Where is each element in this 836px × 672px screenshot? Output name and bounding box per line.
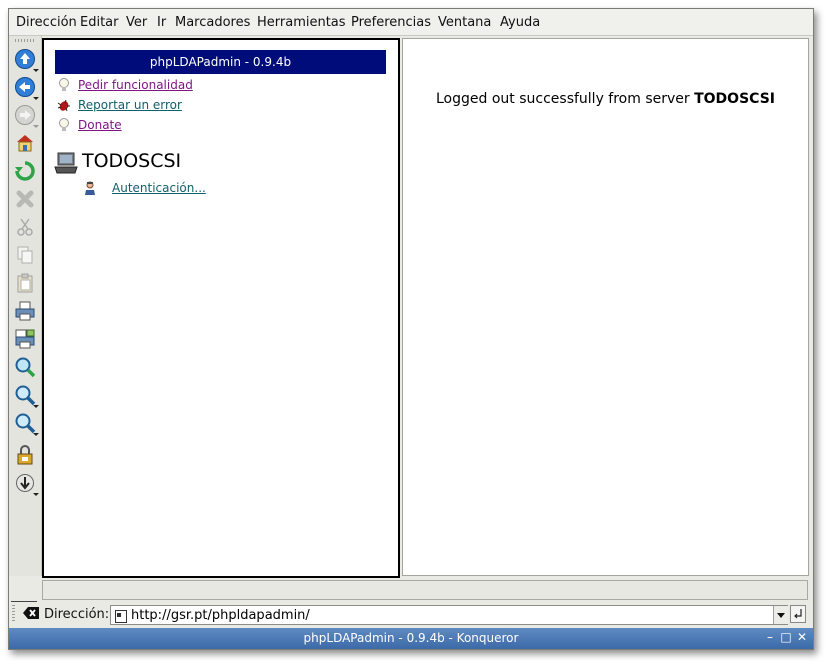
location-dropdown-button[interactable] — [773, 606, 788, 624]
close-button[interactable]: ✕ — [795, 630, 809, 644]
clear-location-icon[interactable] — [21, 604, 41, 622]
bug-icon — [56, 97, 72, 113]
copy-icon[interactable] — [14, 244, 36, 266]
menu-herramientas[interactable]: Herramientas — [257, 15, 346, 30]
paste-icon[interactable] — [14, 272, 36, 294]
menu-ver[interactable]: Ver — [126, 15, 147, 30]
zoom-icon[interactable] — [14, 356, 36, 378]
minimize-button[interactable]: – — [763, 630, 777, 644]
main-toolbar — [9, 36, 42, 625]
pla-header: phpLDAPadmin - 0.9.4b — [55, 50, 386, 74]
menu-marcadores[interactable]: Marcadores — [175, 15, 250, 30]
menu-ventana[interactable]: Ventana — [438, 15, 491, 30]
toolbar-grip[interactable] — [15, 39, 35, 42]
menu-editar[interactable]: Editar — [80, 15, 119, 30]
window-title: phpLDAPadmin - 0.9.4b - Konqueror — [303, 631, 519, 645]
arrow-forward-icon[interactable] — [14, 104, 36, 126]
server-computer-icon — [54, 152, 78, 174]
status-bar — [42, 580, 808, 600]
zoom-in-icon[interactable] — [14, 384, 36, 406]
right-frame[interactable]: Logged out successfully from server TODO… — [402, 38, 809, 576]
zoom-out-icon[interactable] — [14, 412, 36, 434]
logout-message-server: TODOSCSI — [694, 91, 775, 107]
user-icon — [82, 180, 98, 196]
location-toolbar-grip[interactable] — [12, 605, 15, 621]
go-icon[interactable] — [790, 605, 806, 623]
arrow-back-icon[interactable] — [14, 76, 36, 98]
auth-link[interactable]: Autenticación... — [112, 181, 206, 195]
window-titlebar[interactable]: phpLDAPadmin - 0.9.4b - Konqueror – □ ✕ — [9, 628, 813, 649]
cut-icon[interactable] — [14, 216, 36, 238]
left-frame[interactable]: phpLDAPadmin - 0.9.4b Pedir funcionalida… — [42, 38, 400, 578]
home-icon[interactable] — [14, 132, 36, 154]
browser-window: Dirección Editar Ver Ir Marcadores Herra… — [8, 8, 814, 650]
menu-ayuda[interactable]: Ayuda — [500, 15, 540, 30]
logout-message-text: Logged out successfully from server — [436, 91, 690, 107]
lightbulb-icon — [56, 117, 72, 133]
location-label: Dirección: — [44, 607, 110, 622]
menu-direccion[interactable]: Dirección — [16, 15, 77, 30]
print-icon[interactable] — [14, 300, 36, 322]
reload-icon[interactable] — [14, 160, 36, 182]
report-bug-link[interactable]: Reportar un error — [78, 98, 182, 112]
request-feature-link[interactable]: Pedir funcionalidad — [78, 78, 193, 92]
print-frame-icon[interactable] — [14, 328, 36, 350]
arrow-up-icon[interactable] — [14, 48, 36, 70]
location-url[interactable]: http://gsr.pt/phpldapadmin/ — [131, 608, 310, 623]
stop-icon[interactable] — [14, 188, 36, 210]
page-icon — [115, 608, 127, 623]
location-toolbar: Dirección: http://gsr.pt/phpldapadmin/ — [9, 602, 813, 626]
download-icon[interactable] — [14, 472, 36, 494]
location-input[interactable]: http://gsr.pt/phpldapadmin/ — [110, 605, 788, 625]
donate-link[interactable]: Donate — [78, 118, 122, 132]
menu-preferencias[interactable]: Preferencias — [351, 15, 431, 30]
security-icon[interactable] — [14, 444, 36, 466]
maximize-button[interactable]: □ — [779, 630, 793, 644]
logout-message: Logged out successfully from server TODO… — [403, 91, 808, 107]
lightbulb-icon — [56, 77, 72, 93]
menu-ir[interactable]: Ir — [157, 15, 166, 30]
menubar: Dirección Editar Ver Ir Marcadores Herra… — [9, 9, 813, 36]
server-name: TODOSCSI — [82, 150, 182, 172]
